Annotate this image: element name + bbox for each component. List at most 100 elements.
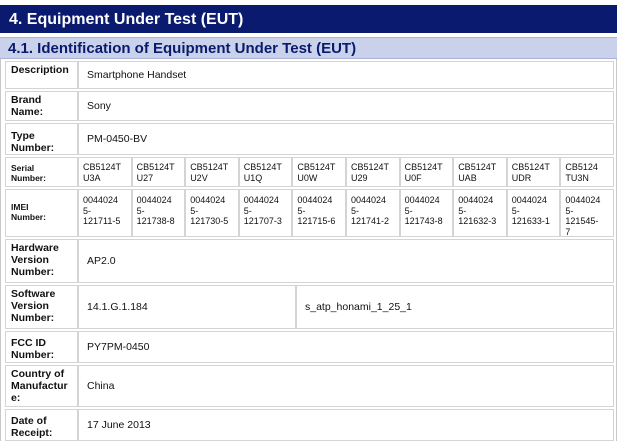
label-line: Manufactur <box>11 380 68 392</box>
imei-number-cell: 0044024 5- 121711-5 <box>78 189 132 237</box>
value-text: Sony <box>87 100 111 112</box>
serial-number-cell-line: U3A <box>83 172 101 183</box>
row-software: Software Version Number: 14.1.G.1.184 s_… <box>5 285 614 329</box>
value-fcc: PY7PM-0450 <box>78 331 614 363</box>
imei-number-cell: 0044024 5- 121633-1 <box>506 189 561 237</box>
value-software-2: s_atp_honami_1_25_1 <box>296 285 614 329</box>
serial-number-cell: CB5124 TU3N <box>560 157 614 187</box>
serial-number-cell-line: CB5124T <box>190 162 229 172</box>
label-hardware: Hardware Version Number: <box>5 239 78 283</box>
imei-number-cell-line: 121741-2 <box>351 216 390 226</box>
value-text: AP2.0 <box>87 255 116 267</box>
label-line: Software <box>11 288 56 300</box>
imei-number-cell-line: 121743-8 <box>404 216 443 226</box>
imei-number-cell-line: 121545- <box>565 216 599 226</box>
subsection-heading: 4.1. Identification of Equipment Under T… <box>0 37 617 59</box>
serial-number-cell: CB5124T UDR <box>506 157 561 187</box>
label-line: Number: <box>11 173 46 183</box>
serial-number-cell-line: U29 <box>351 172 368 183</box>
value-text: 14.1.G.1.184 <box>87 301 148 313</box>
imei-number-cell-line: 5- <box>136 205 145 216</box>
imei-number-cell-line: 5- <box>458 205 467 216</box>
label-text: Description <box>11 64 69 76</box>
serial-number-cell-line: U0W <box>297 172 318 183</box>
imei-number-cell-line: 5- <box>511 205 520 216</box>
serial-number-cell-line: UDR <box>511 172 532 183</box>
serial-number-cell-line: U27 <box>136 172 154 183</box>
label-line: FCC ID <box>11 337 46 349</box>
serial-number-cell-line: CB5124T <box>83 162 122 172</box>
serial-number-cell-line: TU3N <box>565 172 589 183</box>
imei-number-cell: 0044024 5- 121743-8 <box>399 189 454 237</box>
eut-table: Description Smartphone Handset Brand Nam… <box>0 59 617 441</box>
imei-number-cell-line: 121633-1 <box>511 216 550 226</box>
serial-number-cell: CB5124T U3A <box>78 157 132 187</box>
imei-number-cell-line: 121715-6 <box>297 216 336 226</box>
value-text: PY7PM-0450 <box>87 341 150 353</box>
imei-number-cell-line: 0044024 <box>190 195 226 205</box>
imei-number-cell-line: 5- <box>297 205 306 216</box>
serial-number-cell-line: CB5124T <box>458 162 497 172</box>
imei-number-cell-line: 5- <box>190 205 199 216</box>
row-imei: IMEI Number: 0044024 5- 121711-5 0044024 5- 1… <box>5 189 614 237</box>
imei-number-cell-line: 0044024 <box>243 195 279 205</box>
label-line: Hardware <box>11 242 59 254</box>
imei-number-cell: 0044024 5- 121730-5 <box>185 189 239 237</box>
imei-number-cell-line: 5- <box>404 205 413 216</box>
serial-number-cell: CB5124T U0F <box>399 157 454 187</box>
serial-number-cell-line: U2V <box>190 172 208 183</box>
imei-number-cell-line: 0044024 <box>458 195 494 205</box>
serial-number-cell: CB5124T U2V <box>185 157 239 187</box>
value-description: Smartphone Handset <box>78 61 614 89</box>
label-date: Date of Receipt: <box>5 409 78 441</box>
value-text: 17 June 2013 <box>87 419 151 431</box>
label-brand: Brand Name: <box>5 91 78 121</box>
serial-number-cell-line: CB5124T <box>511 162 550 172</box>
value-text: Smartphone Handset <box>87 69 187 81</box>
value-type: PM-0450-BV <box>78 123 614 155</box>
row-fcc: FCC ID Number: PY7PM-0450 <box>5 331 614 363</box>
label-country: Country of Manufactur e: <box>5 365 78 407</box>
label-line: Receipt: <box>11 427 53 439</box>
value-brand: Sony <box>78 91 614 121</box>
value-date: 17 June 2013 <box>78 409 614 441</box>
imei-number-cell: 0044024 5- 121715-6 <box>292 189 346 237</box>
serial-number-cell-line: CB5124 <box>565 162 598 172</box>
label-line: Type <box>11 130 35 142</box>
imei-number-cell-line: 0044024 <box>404 195 440 205</box>
label-line: IMEI <box>11 202 29 212</box>
imei-number-cell-line: 121738-8 <box>136 216 175 226</box>
row-brand: Brand Name: Sony <box>5 91 614 121</box>
imei-number-cell: 0044024 5- 121632-3 <box>453 189 507 237</box>
imei-number-cell-line: 0044024 <box>297 195 333 205</box>
imei-number-cell-line: 5- <box>351 205 360 216</box>
serial-number-cell: CB5124T U1Q <box>238 157 293 187</box>
imei-number-cell-line: 7 <box>565 226 571 237</box>
label-line: Number: <box>11 266 55 278</box>
label-line: Date of <box>11 415 47 427</box>
serial-number-cell-line: CB5124T <box>297 162 336 172</box>
label-line: Brand <box>11 94 42 106</box>
serial-number-cell-line: CB5124T <box>136 162 175 172</box>
imei-number-cell-line: 121707-3 <box>243 216 282 226</box>
imei-number-cell: 0044024 5- 121738-8 <box>131 189 186 237</box>
serial-number-cell: CB5124T U29 <box>346 157 400 187</box>
imei-number-cell-line: 0044024 <box>565 195 601 205</box>
label-line: Number: <box>11 212 46 222</box>
row-hardware: Hardware Version Number: AP2.0 <box>5 239 614 283</box>
serial-number-cell: CB5124T UAB <box>453 157 507 187</box>
imei-number-cell-line: 121730-5 <box>190 216 229 226</box>
label-imei: IMEI Number: <box>5 189 78 237</box>
label-line: Serial <box>11 163 35 173</box>
label-description: Description <box>5 61 78 89</box>
serial-number-cell-line: U1Q <box>243 172 263 183</box>
value-text: s_atp_honami_1_25_1 <box>305 301 412 313</box>
imei-number-cell-line: 5- <box>83 205 92 216</box>
label-serial: Serial Number: <box>5 157 78 187</box>
imei-number-cell-line: 121632-3 <box>458 216 497 226</box>
value-software: 14.1.G.1.184 <box>78 285 296 329</box>
row-country: Country of Manufactur e: China <box>5 365 614 407</box>
label-line: e: <box>11 392 21 404</box>
imei-number-cell-line: 5- <box>565 205 574 216</box>
serial-number-cell: CB5124T U27 <box>131 157 186 187</box>
